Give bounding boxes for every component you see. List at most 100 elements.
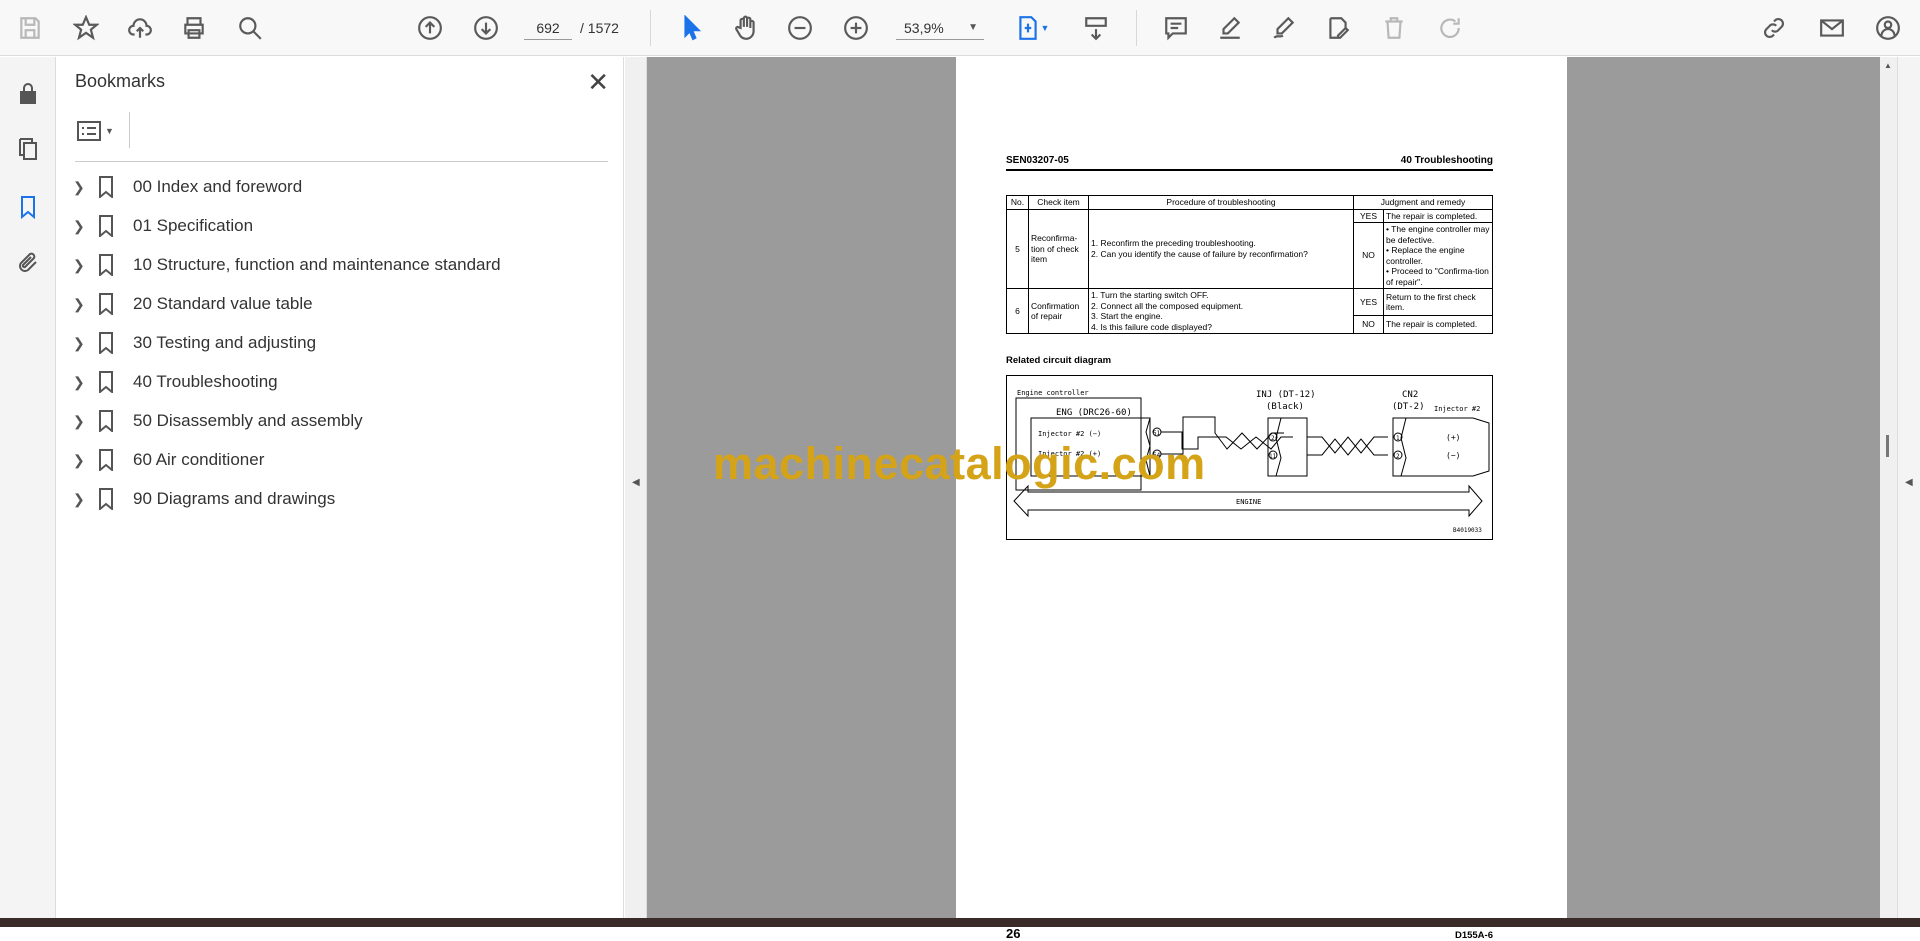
close-icon[interactable]: ✕ — [587, 67, 609, 98]
divider — [650, 10, 651, 46]
page-number-input[interactable]: 692 — [524, 16, 572, 40]
scroll-up-icon[interactable]: ▲ — [1884, 61, 1892, 70]
bookmark-item[interactable]: ❯ 00 Index and foreword — [73, 172, 302, 202]
bookmark-item[interactable]: ❯ 60 Air conditioner — [73, 445, 264, 475]
doc-code: SEN03207-05 — [1006, 155, 1069, 166]
step: 4. Is this failure code displayed? — [1091, 321, 1212, 332]
bookmark-icon — [93, 487, 119, 511]
select-cursor-icon[interactable] — [676, 12, 708, 44]
chevron-right-icon[interactable]: ❯ — [73, 218, 93, 235]
chevron-down-icon: ▼ — [105, 126, 114, 136]
remedy-bullet: • Replace the engine controller. — [1386, 245, 1465, 266]
page-total: / 1572 — [580, 20, 619, 36]
scroll-mode-icon[interactable] — [1080, 12, 1112, 44]
fit-page-icon[interactable]: ▼ — [1010, 12, 1054, 44]
model-code: D155A-6 — [1454, 930, 1493, 941]
bookmark-item[interactable]: ❯ 40 Troubleshooting — [73, 367, 278, 397]
upload-cloud-icon[interactable] — [124, 12, 156, 44]
zoom-level-dropdown[interactable]: 53,9% ▼ — [896, 16, 984, 40]
bookmark-panel-icon[interactable] — [12, 191, 44, 223]
bookmark-label: 20 Standard value table — [133, 294, 313, 313]
lock-icon[interactable] — [12, 77, 44, 109]
search-icon[interactable] — [234, 12, 266, 44]
bookmark-item[interactable]: ❯ 30 Testing and adjusting — [73, 328, 316, 358]
page-up-icon[interactable] — [414, 12, 446, 44]
comment-icon[interactable] — [1160, 12, 1192, 44]
email-icon[interactable] — [1816, 12, 1848, 44]
chevron-right-icon[interactable]: ❯ — [73, 413, 93, 430]
right-panel-toggle[interactable]: ◀ — [1897, 57, 1920, 918]
scrollbar-thumb[interactable] — [1886, 435, 1889, 457]
header-rule — [1006, 169, 1493, 171]
chevron-right-icon[interactable]: ❯ — [73, 257, 93, 274]
document-viewport[interactable]: SEN03207-05 40 Troubleshooting No. Check… — [647, 57, 1880, 941]
zoom-level-value: 53,9% — [904, 20, 944, 36]
bookmark-item[interactable]: ❯ 50 Disassembly and assembly — [73, 406, 363, 436]
zoom-out-icon[interactable] — [784, 12, 816, 44]
hand-tool-icon[interactable] — [730, 12, 762, 44]
highlight-icon[interactable] — [1214, 12, 1246, 44]
pages-icon[interactable] — [12, 133, 44, 165]
chevron-right-icon[interactable]: ❯ — [73, 179, 93, 196]
share-link-icon[interactable] — [1758, 12, 1790, 44]
chevron-left-icon: ◀ — [632, 477, 640, 488]
remedy-bullet: • Proceed to "Confirma-tion of repair". — [1386, 266, 1489, 287]
bookmark-item[interactable]: ❯ 20 Standard value table — [73, 289, 313, 319]
rotate-icon[interactable] — [1434, 12, 1466, 44]
bookmark-label: 90 Diagrams and drawings — [133, 489, 336, 508]
bookmark-icon — [93, 331, 119, 355]
chevron-right-icon[interactable]: ❯ — [73, 374, 93, 391]
bookmark-label: 10 Structure, function and maintenance s… — [133, 255, 501, 274]
col-header-no: No. — [1006, 195, 1029, 210]
divider — [1136, 10, 1137, 46]
bookmark-icon — [93, 292, 119, 316]
figure-code: B4019033 — [1453, 527, 1482, 534]
print-icon[interactable] — [178, 12, 210, 44]
check-item: Reconfirma-tion of check item — [1028, 208, 1089, 289]
pin-label: 1 — [1396, 435, 1400, 442]
bookmark-item[interactable]: ❯ 10 Structure, function and maintenance … — [73, 250, 501, 280]
account-icon[interactable] — [1872, 12, 1904, 44]
bookmark-icon — [93, 175, 119, 199]
bookmark-label: 60 Air conditioner — [133, 450, 265, 469]
zoom-in-icon[interactable] — [840, 12, 872, 44]
engine-label: ENGINE — [1236, 498, 1261, 506]
row-no: 6 — [1006, 288, 1029, 334]
draw-icon[interactable] — [1268, 12, 1300, 44]
plus-terminal-label: (+) — [1446, 433, 1460, 442]
no-remedy: • The engine controller may be defective… — [1383, 222, 1493, 289]
toolbar: 692 / 1572 53,9% ▼ ▼ — [0, 0, 1920, 56]
controller-label: Engine controller — [1017, 389, 1089, 397]
bookmark-label: 50 Disassembly and assembly — [133, 411, 363, 430]
row-no: 5 — [1006, 208, 1029, 289]
step: 2. Connect all the composed equipment. — [1091, 300, 1244, 311]
table-row: 5 Reconfirma-tion of check item 1. Recon… — [1006, 208, 1493, 289]
vertical-scrollbar[interactable]: ▲ — [1880, 57, 1897, 918]
taskbar-strip — [0, 918, 1920, 927]
chevron-right-icon[interactable]: ❯ — [73, 452, 93, 469]
bookmarks-title: Bookmarks — [75, 71, 166, 91]
bookmark-icon — [93, 253, 119, 277]
bookmark-item[interactable]: ❯ 01 Specification — [73, 211, 253, 241]
panel-collapse-handle[interactable]: ◀ — [625, 57, 647, 918]
chevron-left-icon: ◀ — [1905, 477, 1913, 488]
pin-label: 11 — [1269, 453, 1277, 460]
star-icon[interactable] — [70, 12, 102, 44]
bookmark-options-button[interactable]: ▼ — [77, 117, 123, 145]
delete-icon[interactable] — [1378, 12, 1410, 44]
procedure: 1. Turn the starting switch OFF. 2. Conn… — [1088, 288, 1354, 334]
step: 2. Can you identify the cause of failure… — [1091, 248, 1308, 259]
chevron-right-icon[interactable]: ❯ — [73, 491, 93, 508]
attachment-icon[interactable] — [12, 247, 44, 279]
bookmark-icon — [93, 409, 119, 433]
table-row: 6 Confirmation of repair 1. Turn the sta… — [1006, 288, 1493, 334]
section-title: 40 Troubleshooting — [1400, 155, 1493, 166]
page-down-icon[interactable] — [470, 12, 502, 44]
bookmark-item[interactable]: ❯ 90 Diagrams and drawings — [73, 484, 335, 514]
chevron-right-icon[interactable]: ❯ — [73, 296, 93, 313]
chevron-right-icon[interactable]: ❯ — [73, 335, 93, 352]
save-icon[interactable] — [14, 12, 46, 44]
bookmark-label: 40 Troubleshooting — [133, 372, 278, 391]
injector-label: Injector #2 — [1434, 405, 1480, 413]
fill-sign-icon[interactable] — [1322, 12, 1354, 44]
